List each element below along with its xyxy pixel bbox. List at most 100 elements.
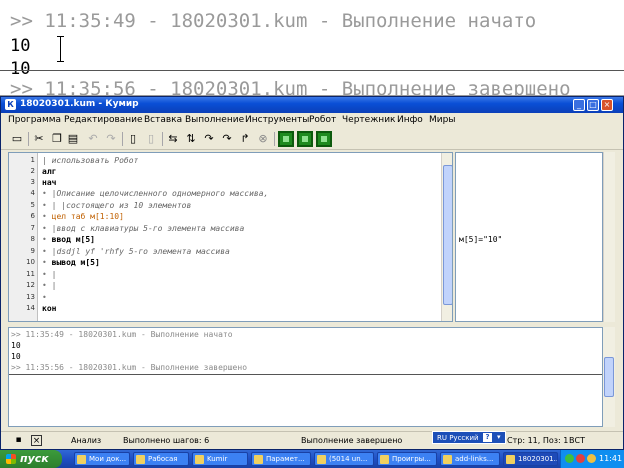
grid-icon[interactable] bbox=[278, 131, 294, 147]
menu-drawer[interactable]: Чертежник bbox=[342, 115, 395, 125]
menu-info[interactable]: Инфо bbox=[397, 115, 423, 125]
undo-icon[interactable]: ↶ bbox=[85, 131, 101, 147]
step-over-icon[interactable]: ⇅ bbox=[183, 131, 199, 147]
paste-icon[interactable]: ▤ bbox=[65, 131, 81, 147]
margin-panel: м[5]="10" bbox=[455, 152, 603, 322]
doc2-icon[interactable]: ▯ bbox=[143, 131, 159, 147]
maximize-button[interactable]: □ bbox=[587, 99, 599, 111]
output-line: 10 bbox=[11, 341, 21, 350]
save-icon[interactable]: ▭ bbox=[9, 131, 25, 147]
menu-run[interactable]: Выполнение bbox=[185, 115, 244, 125]
menu-edit[interactable]: Редактирование bbox=[64, 115, 143, 125]
output-panel[interactable]: >> 11:35:49 - 18020301.kum - Выполнение … bbox=[8, 327, 603, 427]
minimize-button[interactable]: _ bbox=[573, 99, 585, 111]
line-number: 10 bbox=[26, 258, 35, 266]
bullet-icon: • bbox=[42, 235, 52, 244]
language-bar[interactable]: RU Русский ? ▾ bbox=[432, 431, 506, 444]
drawer-icon[interactable] bbox=[316, 131, 332, 147]
code-line-wrapper: • | bbox=[42, 281, 56, 290]
player-icon bbox=[380, 455, 389, 464]
folder-icon bbox=[195, 455, 204, 464]
step-in-icon[interactable]: ↷ bbox=[201, 131, 217, 147]
output-line: >> 11:35:49 - 18020301.kum - Выполнение … bbox=[11, 330, 233, 339]
zoom-output-divider bbox=[0, 70, 624, 71]
taskbar-item[interactable]: add-links... bbox=[440, 452, 500, 466]
robot-icon[interactable] bbox=[297, 131, 313, 147]
output-line: >> 11:35:56 - 18020301.kum - Выполнение … bbox=[11, 363, 248, 372]
code-line-wrapper: • | bbox=[42, 270, 56, 279]
status-position: Стр: 11, Поз: 1 bbox=[507, 436, 569, 445]
help-icon[interactable]: ? bbox=[483, 433, 492, 442]
taskbar-item[interactable]: Проигры... bbox=[377, 452, 437, 466]
bullet-icon: • bbox=[42, 201, 52, 210]
line-number: 14 bbox=[26, 304, 35, 312]
line-number: 7 bbox=[30, 224, 35, 232]
scrollbar-thumb[interactable] bbox=[443, 165, 452, 305]
line-number: 1 bbox=[30, 156, 35, 164]
bullet-icon: • bbox=[42, 281, 52, 290]
code-line: вывод м[5] bbox=[51, 258, 100, 267]
taskbar-item[interactable]: Парамет... bbox=[251, 452, 311, 466]
taskbar-item[interactable]: Kumir bbox=[192, 452, 248, 466]
network-icon[interactable] bbox=[565, 454, 574, 463]
zoom-output-line: 10 bbox=[10, 36, 31, 56]
window-icon bbox=[254, 455, 263, 464]
close-file-icon[interactable]: × bbox=[31, 435, 42, 446]
menu-robot[interactable]: Робот bbox=[309, 115, 336, 125]
step-out-icon[interactable]: ↷ bbox=[219, 131, 235, 147]
editor-scrollbar[interactable] bbox=[441, 153, 452, 321]
line-number: 3 bbox=[30, 178, 35, 186]
code-line: | bbox=[51, 281, 57, 290]
code-line-wrapper: • вывод м[5] bbox=[42, 258, 100, 267]
minimize-icon[interactable]: ▾ bbox=[497, 433, 501, 441]
code-line: кон bbox=[42, 304, 57, 313]
code-line: ввод м[5] bbox=[51, 235, 95, 244]
scrollbar-thumb[interactable] bbox=[604, 357, 614, 397]
code-line: цел таб м[1:10] bbox=[51, 212, 124, 221]
line-number: 2 bbox=[30, 167, 35, 175]
redo-icon[interactable]: ↷ bbox=[103, 131, 119, 147]
toolbar-separator bbox=[162, 132, 163, 146]
stop-icon[interactable]: ⊗ bbox=[255, 131, 271, 147]
menu-worlds[interactable]: Миры bbox=[429, 115, 455, 125]
margin-value: м[5]="10" bbox=[459, 235, 503, 244]
menu-insert[interactable]: Вставка bbox=[144, 115, 182, 125]
language-label[interactable]: RU Русский bbox=[437, 434, 479, 442]
taskbar-item-label: Kumir bbox=[207, 455, 228, 463]
save-status-icon[interactable]: ▪ bbox=[13, 435, 24, 446]
taskbar-item-label: Парамет... bbox=[266, 455, 305, 463]
code-line: |dsdjl yf 'rhfy 5-го элемента массива bbox=[51, 247, 230, 256]
code-editor[interactable]: 1 2 3 4 5 6 7 8 9 10 11 12 13 14 | испол… bbox=[8, 152, 453, 322]
bullet-icon: • bbox=[42, 293, 47, 302]
close-button[interactable]: × bbox=[601, 99, 613, 111]
security-icon[interactable] bbox=[576, 454, 585, 463]
app-icon[interactable]: К bbox=[5, 99, 16, 110]
taskbar: пуск Мои док... Рабосая Kumir Парамет...… bbox=[0, 450, 624, 468]
menu-bar: Программа Редактирование Вставка Выполне… bbox=[1, 113, 623, 128]
doc-icon[interactable]: ▯ bbox=[125, 131, 141, 147]
taskbar-item-active[interactable]: 18020301.... bbox=[503, 452, 558, 466]
margin-scrollbar[interactable] bbox=[603, 152, 615, 322]
run-to-icon[interactable]: ↱ bbox=[237, 131, 253, 147]
folder-icon bbox=[77, 455, 86, 464]
clock[interactable]: 11:41 bbox=[599, 454, 622, 463]
line-number: 12 bbox=[26, 281, 35, 289]
menu-tools[interactable]: Инструменты bbox=[245, 115, 309, 125]
code-line: алг bbox=[42, 167, 57, 176]
line-number: 8 bbox=[30, 235, 35, 243]
taskbar-item[interactable]: Мои док... bbox=[74, 452, 130, 466]
status-insert-mode: ВСТ bbox=[569, 436, 585, 445]
taskbar-item[interactable]: Рабосая bbox=[133, 452, 189, 466]
output-scrollbar[interactable] bbox=[603, 327, 615, 427]
menu-program[interactable]: Программа bbox=[8, 115, 61, 125]
copy-icon[interactable]: ❐ bbox=[49, 131, 65, 147]
start-button[interactable]: пуск bbox=[0, 450, 62, 468]
step-icon[interactable]: ⇆ bbox=[165, 131, 181, 147]
taskbar-item[interactable]: (5014 un... bbox=[314, 452, 374, 466]
volume-icon[interactable] bbox=[587, 454, 596, 463]
text-cursor-icon bbox=[57, 36, 64, 62]
title-bar[interactable]: К 18020301.kum - Кумир _ □ × bbox=[1, 97, 623, 113]
line-number: 6 bbox=[30, 212, 35, 220]
bullet-icon: • bbox=[42, 270, 52, 279]
cut-icon[interactable]: ✂ bbox=[31, 131, 47, 147]
